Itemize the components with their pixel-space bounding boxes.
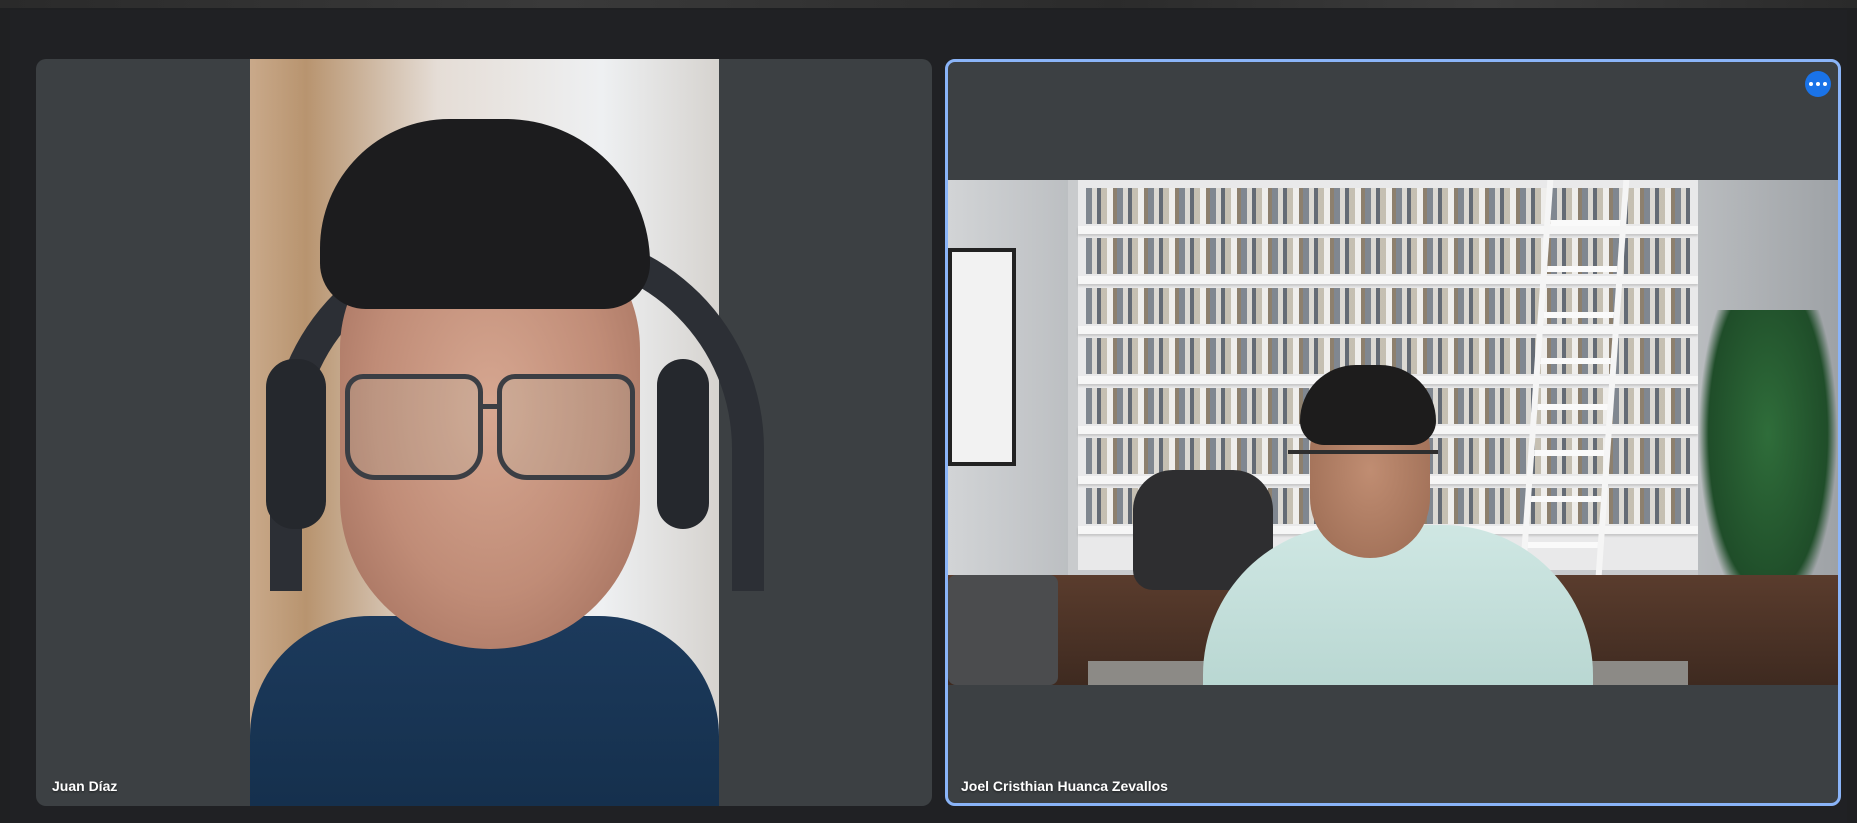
more-horizontal-icon bbox=[1809, 82, 1813, 86]
background-sofa bbox=[948, 575, 1058, 685]
more-horizontal-icon bbox=[1816, 82, 1820, 86]
headphone-cup-right bbox=[657, 359, 709, 529]
hair-shape bbox=[320, 119, 650, 309]
background-wall-art bbox=[948, 248, 1016, 466]
more-horizontal-icon bbox=[1823, 82, 1827, 86]
participant-tile-juan[interactable]: Juan Díaz bbox=[36, 59, 932, 806]
meeting-stage: Juan Díaz Joel Cristhian Huanca Zevallos bbox=[10, 10, 1847, 823]
participant-name-label: Joel Cristhian Huanca Zevallos bbox=[961, 778, 1168, 794]
participant-tile-joel[interactable]: Joel Cristhian Huanca Zevallos bbox=[945, 59, 1841, 806]
participant-video-joel bbox=[948, 180, 1838, 685]
glasses-lens-right bbox=[497, 374, 635, 480]
hair-shape bbox=[1300, 365, 1436, 445]
participant-video-juan bbox=[250, 59, 764, 806]
participant-name-label: Juan Díaz bbox=[52, 778, 118, 794]
background-plant bbox=[1698, 310, 1838, 620]
glasses-shape bbox=[1288, 450, 1438, 490]
glasses-lens-left bbox=[345, 374, 483, 480]
top-edge-strip bbox=[0, 0, 1857, 8]
more-options-button[interactable] bbox=[1805, 71, 1831, 97]
headphone-cup-left bbox=[266, 359, 326, 529]
glasses-shape bbox=[345, 374, 635, 480]
